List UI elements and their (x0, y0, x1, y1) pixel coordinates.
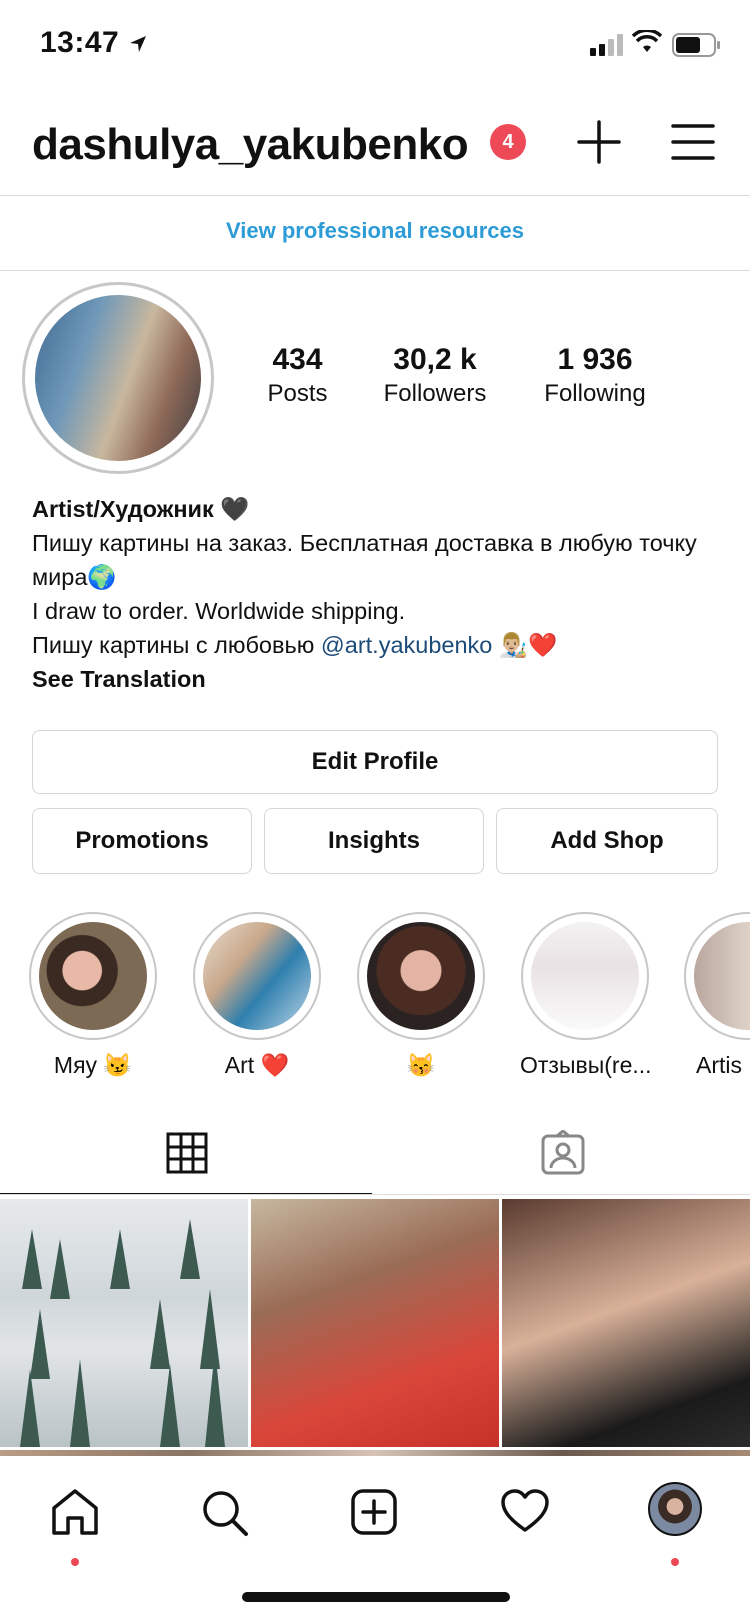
home-indicator[interactable] (242, 1592, 510, 1602)
story-highlight[interactable]: Отзывы(re... (520, 912, 652, 1079)
highlight-ring (29, 912, 157, 1040)
highlight-label: Artis (696, 1052, 742, 1078)
highlight-cover (203, 922, 311, 1030)
profile-notification-dot (671, 1558, 679, 1566)
painted-tree (70, 1359, 90, 1447)
profile-avatar-ring[interactable] (22, 282, 214, 474)
promotions-button[interactable]: Promotions (32, 808, 252, 874)
see-translation-link[interactable]: See Translation (32, 662, 732, 696)
painted-tree (180, 1219, 200, 1279)
post-thumbnail[interactable] (502, 1199, 750, 1447)
stat-posts[interactable]: 434 Posts (240, 342, 355, 410)
insights-button[interactable]: Insights (264, 808, 484, 874)
resources-divider (0, 270, 750, 271)
painted-tree (50, 1239, 70, 1299)
painted-tree (22, 1229, 42, 1289)
painted-tree (150, 1299, 170, 1369)
profile-header: dashulya_yakubenko 4 (0, 100, 750, 195)
story-highlight[interactable]: 😽 (356, 912, 486, 1079)
highlight-cover (694, 922, 750, 1030)
bio-mention-link[interactable]: @art.yakubenko (321, 632, 492, 658)
post-thumbnail[interactable] (0, 1199, 248, 1447)
painted-tree (20, 1369, 40, 1447)
painted-tree (205, 1349, 225, 1447)
profile-tab-avatar[interactable] (648, 1482, 702, 1536)
posts-count: 434 (272, 343, 323, 376)
bio-line: I draw to order. Worldwide shipping. (32, 598, 406, 624)
bio-line: Пишу картины с любовью @art.yakubenko 👨🏼… (32, 628, 732, 662)
hamburger-menu-icon[interactable] (670, 120, 716, 164)
highlight-label: Отзывы(re... (520, 1052, 652, 1078)
post-thumbnail[interactable] (251, 1199, 499, 1447)
status-bar: 13:47 (0, 0, 750, 90)
profile-bio: Artist/Художник 🖤 Пишу картины на заказ.… (32, 492, 732, 696)
highlight-ring (193, 912, 321, 1040)
highlight-ring (521, 912, 649, 1040)
search-icon[interactable] (200, 1488, 250, 1538)
home-notification-dot (71, 1558, 79, 1566)
story-highlight[interactable]: Art ❤️ (192, 912, 322, 1079)
cellular-signal-icon (590, 34, 623, 56)
story-highlight[interactable]: Мяу 😼 (28, 912, 158, 1079)
home-icon[interactable] (50, 1488, 100, 1536)
followers-label: Followers (383, 380, 487, 407)
painted-tree (160, 1364, 180, 1447)
username-switcher[interactable]: dashulya_yakubenko (32, 120, 469, 170)
highlight-cover (367, 922, 475, 1030)
highlight-cover (531, 922, 639, 1030)
highlight-label: 😽 (406, 1052, 436, 1078)
profile-avatar (35, 295, 201, 461)
tagged-icon[interactable] (540, 1130, 586, 1176)
bio-line: Пишу картины на заказ. Бесплатная достав… (32, 530, 697, 590)
create-plus-icon[interactable] (575, 118, 623, 166)
bio-line-suffix: 👨🏼‍🎨❤️ (492, 632, 558, 658)
tabs-divider (0, 1194, 750, 1195)
grid-icon[interactable] (166, 1132, 208, 1174)
location-arrow-icon (130, 36, 146, 52)
profile-stats: 434 Posts 30,2 k Followers 1 936 Followi… (240, 342, 740, 410)
highlight-ring (684, 912, 750, 1040)
stat-followers[interactable]: 30,2 k Followers (355, 342, 515, 410)
notification-badge[interactable]: 4 (490, 124, 526, 160)
battery-icon (672, 33, 720, 57)
painted-tree (110, 1229, 130, 1289)
story-highlight[interactable]: Artis (684, 912, 750, 1079)
highlight-cover (39, 922, 147, 1030)
wifi-icon (632, 30, 662, 52)
posts-label: Posts (267, 380, 328, 407)
edit-profile-button[interactable]: Edit Profile (32, 730, 718, 794)
stat-following[interactable]: 1 936 Following (515, 342, 675, 410)
activity-heart-icon[interactable] (500, 1488, 550, 1534)
following-count: 1 936 (557, 343, 633, 376)
status-time: 13:47 (40, 26, 120, 59)
highlight-label: Art ❤️ (224, 1052, 290, 1078)
bio-line-prefix: Пишу картины с любовью (32, 632, 321, 658)
following-label: Following (544, 380, 646, 407)
professional-resources-link[interactable]: View professional resources (0, 196, 750, 270)
add-shop-button[interactable]: Add Shop (496, 808, 718, 874)
highlight-label: Мяу 😼 (53, 1052, 133, 1078)
followers-count: 30,2 k (393, 343, 477, 376)
highlight-ring (357, 912, 485, 1040)
add-post-icon[interactable] (350, 1488, 398, 1536)
bio-name: Artist/Художник 🖤 (32, 496, 250, 522)
